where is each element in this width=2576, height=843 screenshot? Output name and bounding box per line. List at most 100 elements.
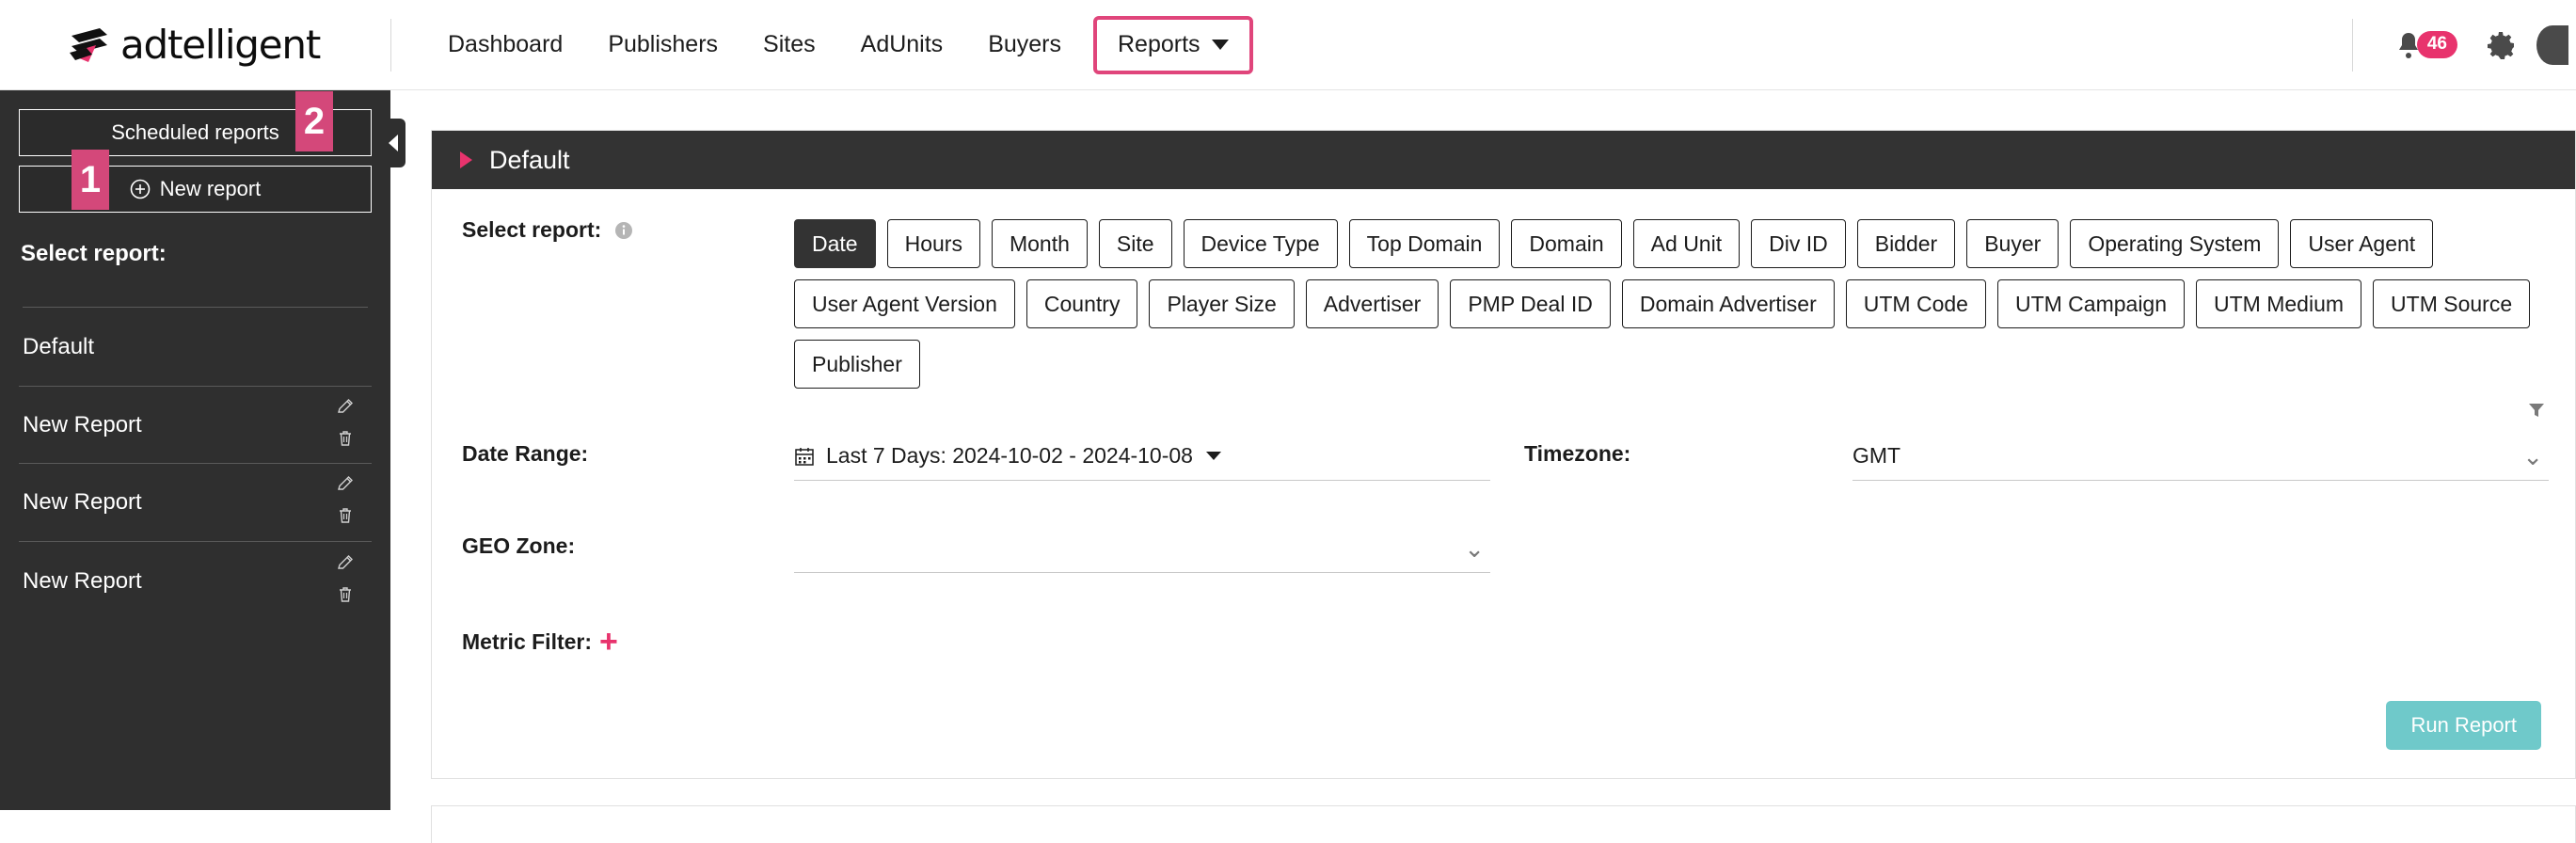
timezone-select[interactable]: GMT ⌄ (1852, 404, 2549, 481)
chip-date[interactable]: Date (794, 219, 876, 268)
brand-logo[interactable]: adtelligent (68, 22, 321, 68)
topbar-actions: 46 (2351, 0, 2576, 90)
chip-advertiser[interactable]: Advertiser (1305, 279, 1439, 328)
add-metric-filter-icon[interactable]: + (599, 626, 618, 658)
main-content: Default Select report: Date Hours Month … (390, 90, 2576, 843)
topbar-divider (2351, 18, 2353, 72)
chip-label: Hours (904, 231, 962, 256)
row-actions (336, 475, 368, 530)
chip-domain[interactable]: Domain (1511, 219, 1622, 268)
chip-label: Buyer (1984, 231, 2042, 256)
chip-label: UTM Source (2391, 291, 2513, 316)
nav-item-buyers[interactable]: Buyers (965, 0, 1084, 90)
chip-buyer[interactable]: Buyer (1966, 219, 2059, 268)
delete-trash-icon[interactable] (336, 585, 355, 609)
plus-circle-icon (130, 179, 151, 199)
chip-utm-medium[interactable]: UTM Medium (2196, 279, 2362, 328)
sidebar-select-report-label: Select report: (21, 241, 167, 266)
date-range-picker[interactable]: Last 7 Days: 2024-10-02 - 2024-10-08 (794, 432, 1490, 481)
metric-filter-label: Metric Filter: (462, 628, 593, 654)
chip-label: Device Type (1201, 231, 1320, 256)
panel-header[interactable]: Default (432, 131, 2575, 189)
geo-zone-select[interactable]: ⌄ (794, 524, 1490, 573)
chip-label: Site (1116, 231, 1154, 256)
geo-zone-field: GEO Zone: ⌄ (432, 524, 1490, 573)
chip-pmp-deal-id[interactable]: PMP Deal ID (1450, 279, 1611, 328)
chip-utm-campaign[interactable]: UTM Campaign (1996, 279, 2186, 328)
top-navigation-bar: adtelligent Dashboard Publishers Sites A… (0, 0, 2576, 90)
chip-label: Top Domain (1366, 231, 1483, 256)
logo-area[interactable]: adtelligent (0, 0, 390, 90)
gear-icon[interactable] (2488, 31, 2516, 59)
nav-label: Dashboard (448, 31, 564, 57)
annotation-badge-1: 1 (72, 150, 109, 210)
list-item[interactable]: New Report (19, 386, 372, 464)
chip-month[interactable]: Month (991, 219, 1088, 268)
nav-item-dashboard[interactable]: Dashboard (425, 0, 585, 90)
chevron-down-icon (1211, 40, 1229, 50)
avatar[interactable] (2536, 24, 2568, 65)
list-item[interactable]: New Report (19, 542, 372, 620)
info-icon[interactable] (614, 221, 633, 240)
chip-device-type[interactable]: Device Type (1183, 219, 1338, 268)
triangle-right-icon (460, 151, 472, 168)
chip-label: User Agent Version (812, 291, 997, 316)
nav-divider (390, 18, 391, 72)
new-report-button[interactable]: New report 1 (19, 150, 372, 213)
panel-body: Select report: Date Hours Month Site Dev… (432, 189, 2575, 778)
report-name: New Report (23, 567, 142, 594)
sidebar-collapse-toggle[interactable] (381, 119, 405, 167)
row-actions (336, 398, 368, 453)
results-panel-placeholder (431, 805, 2576, 843)
chip-publisher[interactable]: Publisher (794, 340, 920, 389)
row-actions (336, 554, 368, 609)
date-timezone-row: Date Range: Last 7 Days: 2024-10-02 - 20… (432, 404, 2575, 481)
chip-bidder[interactable]: Bidder (1856, 219, 1956, 268)
chip-ad-unit[interactable]: Ad Unit (1632, 219, 1741, 268)
run-report-button[interactable]: Run Report (2386, 701, 2541, 750)
chevron-down-icon: ⌄ (2522, 441, 2543, 470)
chip-div-id[interactable]: Div ID (1751, 219, 1846, 268)
chip-label: UTM Campaign (2014, 291, 2168, 316)
chip-domain-advertiser[interactable]: Domain Advertiser (1621, 279, 1835, 328)
delete-trash-icon[interactable] (336, 429, 355, 453)
chip-label: User Agent (2308, 231, 2416, 256)
chevron-down-icon: ⌄ (1464, 533, 1485, 563)
report-name: New Report (23, 489, 142, 515)
nav-label: Buyers (988, 31, 1061, 57)
notifications[interactable]: 46 (2396, 31, 2457, 59)
list-item[interactable]: Default (19, 308, 372, 386)
nav-label: Sites (763, 31, 816, 57)
edit-pencil-icon[interactable] (336, 398, 355, 422)
nav-label: AdUnits (860, 31, 944, 57)
list-item[interactable]: New Report (19, 464, 372, 542)
nav-item-adunits[interactable]: AdUnits (838, 0, 966, 90)
chip-label: Bidder (1874, 231, 1938, 256)
select-report-label-wrap: Select report: (432, 217, 794, 243)
nav-item-publishers[interactable]: Publishers (585, 0, 740, 90)
report-builder-panel: Default Select report: Date Hours Month … (431, 130, 2576, 779)
chip-label: Operating System (2088, 231, 2262, 256)
chip-user-agent[interactable]: User Agent (2290, 219, 2434, 268)
chip-user-agent-version[interactable]: User Agent Version (794, 279, 1015, 328)
new-report-label: New report (159, 177, 262, 200)
filter-icon[interactable] (2526, 400, 2547, 426)
chip-utm-source[interactable]: UTM Source (2373, 279, 2531, 328)
chip-site[interactable]: Site (1098, 219, 1172, 268)
chip-country[interactable]: Country (1026, 279, 1138, 328)
nav-item-sites[interactable]: Sites (740, 0, 838, 90)
chip-label: Player Size (1167, 291, 1277, 316)
chip-label: Domain (1529, 231, 1604, 256)
chip-top-domain[interactable]: Top Domain (1348, 219, 1501, 268)
chip-utm-code[interactable]: UTM Code (1845, 279, 1986, 328)
delete-trash-icon[interactable] (336, 506, 355, 530)
chip-hours[interactable]: Hours (886, 219, 980, 268)
chip-label: Publisher (812, 351, 902, 376)
report-name: Default (23, 333, 95, 359)
chip-operating-system[interactable]: Operating System (2070, 219, 2280, 268)
nav-item-reports[interactable]: Reports (1093, 15, 1253, 74)
chip-label: Domain Advertiser (1639, 291, 1817, 316)
chip-player-size[interactable]: Player Size (1149, 279, 1295, 328)
edit-pencil-icon[interactable] (336, 475, 355, 499)
edit-pencil-icon[interactable] (336, 554, 355, 578)
